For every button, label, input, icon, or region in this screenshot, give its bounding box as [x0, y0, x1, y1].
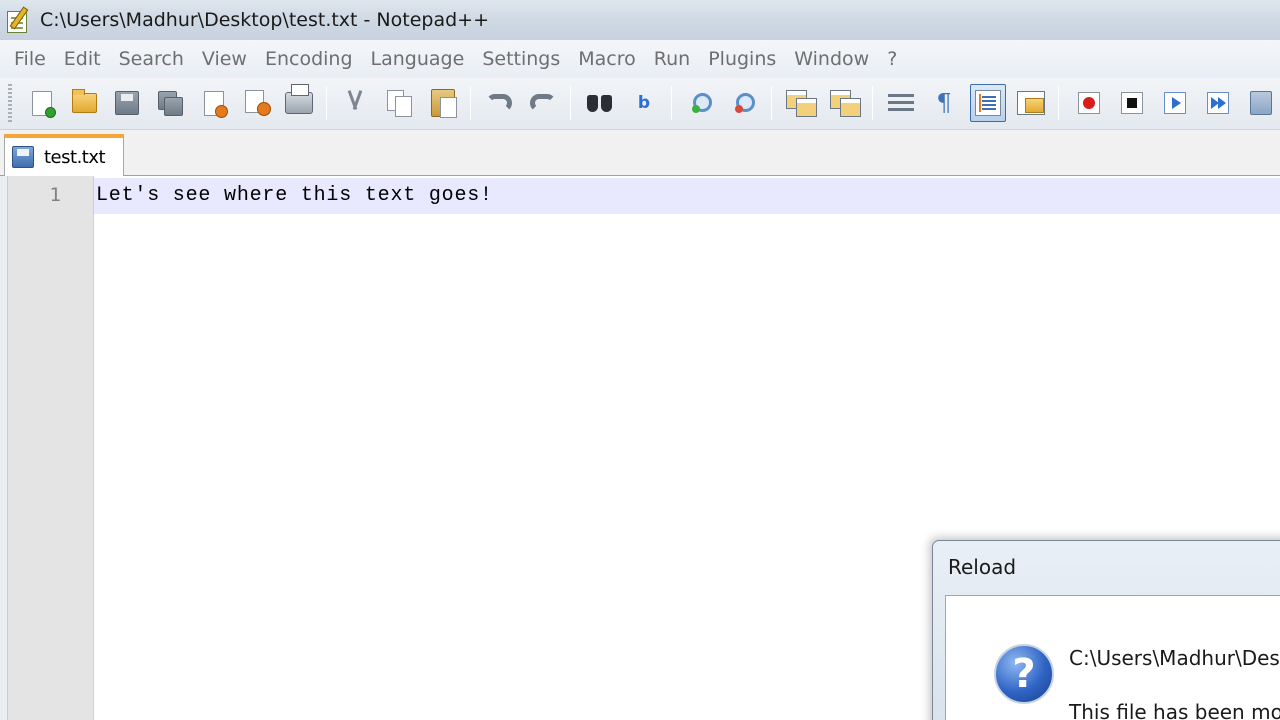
- toolbar-separator: [1058, 86, 1059, 120]
- saved-file-icon: [12, 146, 34, 168]
- close-button[interactable]: [196, 84, 232, 122]
- dialog-message: This file has been mo: [1069, 700, 1280, 720]
- sync-horizontal-icon: [830, 90, 861, 117]
- toolbar-grip[interactable]: [8, 84, 12, 124]
- zoom-in-button[interactable]: [683, 84, 719, 122]
- user-defined-language-button[interactable]: [1013, 84, 1049, 122]
- word-wrap-icon: [888, 92, 916, 114]
- new-file-icon: [32, 90, 56, 118]
- udl-icon: [1017, 91, 1045, 115]
- macro-record-button[interactable]: [1071, 84, 1107, 122]
- menu-edit[interactable]: Edit: [55, 40, 110, 78]
- macro-run-multiple-button[interactable]: [1200, 84, 1236, 122]
- macro-save-button[interactable]: [1243, 84, 1279, 122]
- menu-view[interactable]: View: [193, 40, 256, 78]
- close-all-button[interactable]: [239, 84, 275, 122]
- tab-test-txt[interactable]: test.txt: [4, 134, 124, 176]
- menu-file[interactable]: File: [5, 40, 55, 78]
- cut-button[interactable]: [337, 84, 373, 122]
- editor-line[interactable]: Let's see where this text goes!: [96, 184, 493, 207]
- save-macro-icon: [1250, 91, 1272, 115]
- title-bar[interactable]: C:\Users\Madhur\Desktop\test.txt - Notep…: [0, 0, 1280, 40]
- play-multiple-icon: [1207, 92, 1229, 114]
- close-file-icon: [204, 90, 228, 118]
- menu-run[interactable]: Run: [645, 40, 699, 78]
- menu-help[interactable]: ?: [878, 40, 906, 78]
- play-icon: [1164, 92, 1186, 114]
- paste-button[interactable]: [425, 84, 461, 122]
- save-icon: [115, 91, 139, 115]
- dialog-body: ? C:\Users\Madhur\Des This file has been…: [945, 595, 1280, 720]
- open-folder-icon: [71, 89, 97, 113]
- line-number: 1: [49, 184, 61, 206]
- word-wrap-button[interactable]: [884, 84, 920, 122]
- dialog-title: Reload: [948, 555, 1017, 579]
- toolbar-separator: [671, 86, 672, 120]
- dialog-file-path: C:\Users\Madhur\Des: [1069, 646, 1280, 670]
- undo-button[interactable]: [481, 84, 517, 122]
- menu-search[interactable]: Search: [110, 40, 193, 78]
- save-all-icon: [158, 91, 183, 116]
- reload-dialog[interactable]: Reload ? C:\Users\Madhur\Des This file h…: [932, 540, 1280, 720]
- sync-vertical-button[interactable]: [783, 84, 819, 122]
- line-number-gutter[interactable]: 1: [8, 176, 94, 720]
- menu-macro[interactable]: Macro: [569, 40, 645, 78]
- tab-label: test.txt: [44, 146, 106, 168]
- zoom-out-icon: [732, 92, 756, 114]
- sync-vertical-icon: [786, 90, 817, 117]
- question-icon: ?: [994, 644, 1054, 704]
- tab-bar: test.txt: [0, 130, 1280, 176]
- editor-border: [0, 176, 8, 720]
- paste-icon: [431, 89, 457, 118]
- toolbar-separator: [570, 86, 571, 120]
- cut-icon: [345, 90, 365, 116]
- menu-plugins[interactable]: Plugins: [699, 40, 785, 78]
- print-button[interactable]: [281, 84, 317, 122]
- macro-stop-button[interactable]: [1114, 84, 1150, 122]
- zoom-in-icon: [689, 92, 713, 114]
- close-all-icon: [245, 90, 271, 116]
- print-icon: [285, 84, 313, 114]
- find-button[interactable]: [582, 84, 618, 122]
- menu-language[interactable]: Language: [362, 40, 474, 78]
- undo-icon: [486, 94, 512, 112]
- find-icon: [587, 93, 613, 113]
- toolbar-separator: [872, 86, 873, 120]
- window-title: C:\Users\Madhur\Desktop\test.txt - Notep…: [40, 9, 490, 31]
- toolbar: b ¶: [0, 78, 1280, 130]
- sync-horizontal-button[interactable]: [827, 84, 863, 122]
- replace-icon: b: [637, 93, 651, 113]
- toolbar-separator: [470, 86, 471, 120]
- save-all-button[interactable]: [152, 84, 188, 122]
- menu-window[interactable]: Window: [785, 40, 878, 78]
- pilcrow-icon: ¶: [936, 89, 952, 117]
- copy-button[interactable]: [381, 84, 417, 122]
- macro-play-button[interactable]: [1157, 84, 1193, 122]
- indent-guide-icon: [975, 90, 1001, 116]
- menu-settings[interactable]: Settings: [473, 40, 569, 78]
- toolbar-separator: [326, 86, 327, 120]
- indent-guide-button[interactable]: [970, 84, 1006, 122]
- new-file-button[interactable]: [24, 84, 60, 122]
- redo-icon: [530, 94, 556, 112]
- notepad-plus-plus-icon: [4, 5, 34, 35]
- menu-bar: File Edit Search View Encoding Language …: [0, 40, 1280, 78]
- menu-encoding[interactable]: Encoding: [256, 40, 362, 78]
- open-file-button[interactable]: [66, 84, 102, 122]
- copy-icon: [387, 90, 412, 117]
- redo-button[interactable]: [525, 84, 561, 122]
- zoom-out-button[interactable]: [726, 84, 762, 122]
- save-button[interactable]: [109, 84, 145, 122]
- toolbar-separator: [771, 86, 772, 120]
- replace-button[interactable]: b: [626, 84, 662, 122]
- show-all-characters-button[interactable]: ¶: [926, 84, 962, 122]
- record-icon: [1078, 92, 1100, 114]
- stop-icon: [1121, 92, 1143, 114]
